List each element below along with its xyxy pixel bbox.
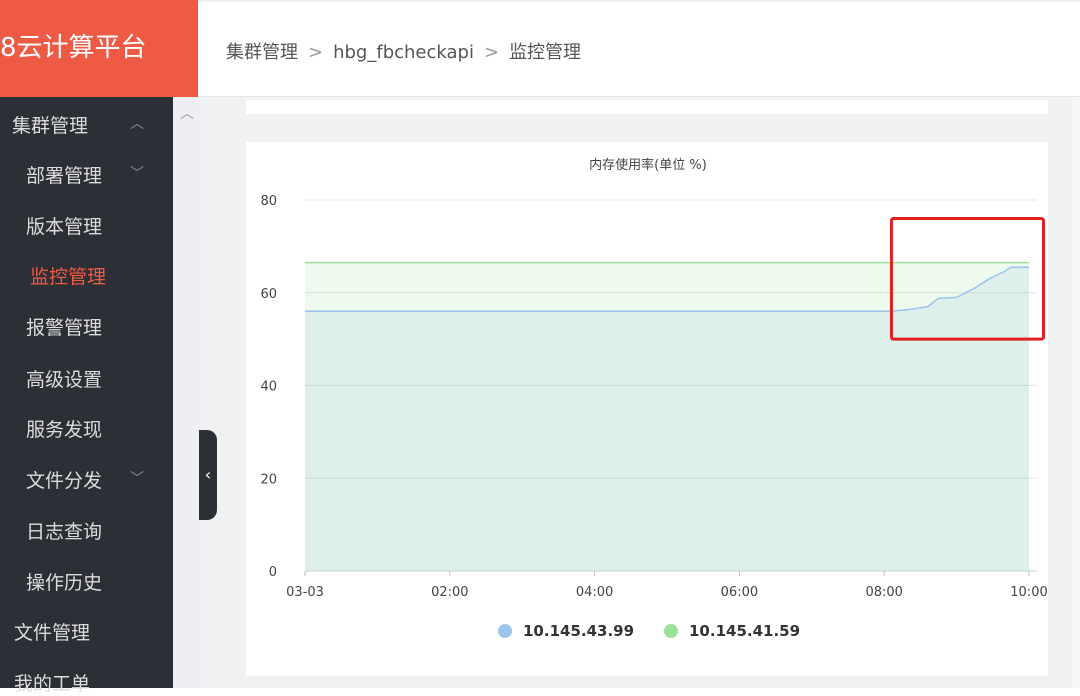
app-logo-text: 8云计算平台: [0, 33, 147, 63]
breadcrumb-current: 监控管理: [509, 42, 582, 63]
legend-marker: [498, 624, 512, 638]
x-tick-label: 03-03: [286, 585, 324, 600]
sidebar-item-cluster-management[interactable]: 集群管理: [12, 111, 88, 138]
chart-series-areas: [305, 262, 1029, 571]
y-tick-label: 0: [269, 565, 277, 580]
sidebar-item-monitor-management[interactable]: 监控管理: [30, 262, 106, 289]
legend-label: 10.145.41.59: [689, 622, 800, 640]
top-panel-edge: [246, 100, 1048, 114]
sidebar-scrollbar[interactable]: [173, 97, 201, 688]
scroll-up-icon[interactable]: ︿: [180, 103, 194, 123]
x-tick-label: 02:00: [431, 585, 468, 600]
sidebar-item-alarm-management[interactable]: 报警管理: [26, 313, 102, 340]
y-tick-label: 80: [260, 194, 277, 209]
breadcrumb: 集群管理 > hbg_fbcheckapi > 监控管理: [226, 38, 581, 64]
x-tick-label: 10:00: [1010, 585, 1047, 600]
legend-label: 10.145.43.99: [523, 622, 634, 640]
sidebar-item-version-management[interactable]: 版本管理: [26, 212, 102, 239]
sidebar-item-service-discovery[interactable]: 服务发现: [26, 415, 102, 442]
breadcrumb-cluster[interactable]: 集群管理: [226, 42, 298, 63]
content-right-edge: [1072, 97, 1080, 688]
chart-card: 内存使用率(单位 %) 0 20 40 60 80 03-03 02:00 04:00 06:0…: [246, 142, 1048, 676]
series-area: [305, 267, 1029, 571]
breadcrumb-separator-icon: >: [483, 42, 500, 63]
top-bar: 集群管理 > hbg_fbcheckapi > 监控管理: [198, 0, 1080, 97]
legend-marker: [664, 624, 678, 638]
sidebar: 集群管理 ︿ 部署管理 ﹀ 版本管理 监控管理 报警管理 高级设置 服务发现 文…: [0, 97, 173, 695]
chevron-down-icon[interactable]: ﹀: [130, 163, 144, 183]
breadcrumb-separator-icon: >: [308, 42, 324, 63]
x-tick-label: 04:00: [576, 585, 613, 600]
x-tick-label: 08:00: [865, 585, 902, 600]
sidebar-item-my-tickets[interactable]: 我的工单: [14, 669, 90, 696]
y-tick-label: 40: [260, 380, 277, 395]
breadcrumb-app[interactable]: hbg_fbcheckapi: [333, 42, 474, 63]
x-tick-label: 06:00: [721, 585, 758, 600]
chevron-up-icon[interactable]: ︿: [130, 113, 144, 133]
sidebar-item-deploy-management[interactable]: 部署管理: [26, 161, 102, 188]
chevron-down-icon[interactable]: ﹀: [130, 468, 144, 488]
app-logo[interactable]: 8云计算平台: [0, 0, 198, 97]
chart-title: 内存使用率(单位 %): [589, 157, 707, 173]
sidebar-item-file-distribution[interactable]: 文件分发: [26, 466, 102, 493]
sidebar-item-operation-history[interactable]: 操作历史: [26, 568, 102, 595]
sidebar-item-log-query[interactable]: 日志查询: [26, 517, 102, 544]
chevron-left-icon[interactable]: ‹: [199, 430, 217, 520]
chart-legend[interactable]: 10.145.43.99 10.145.41.59: [498, 622, 800, 640]
sidebar-item-file-management[interactable]: 文件管理: [14, 618, 90, 645]
y-tick-label: 60: [260, 287, 277, 302]
sidebar-item-advanced-settings[interactable]: 高级设置: [26, 365, 102, 392]
memory-usage-chart: 内存使用率(单位 %) 0 20 40 60 80 03-03 02:00 04:00 06:0…: [260, 157, 1047, 640]
y-tick-label: 20: [260, 472, 277, 487]
